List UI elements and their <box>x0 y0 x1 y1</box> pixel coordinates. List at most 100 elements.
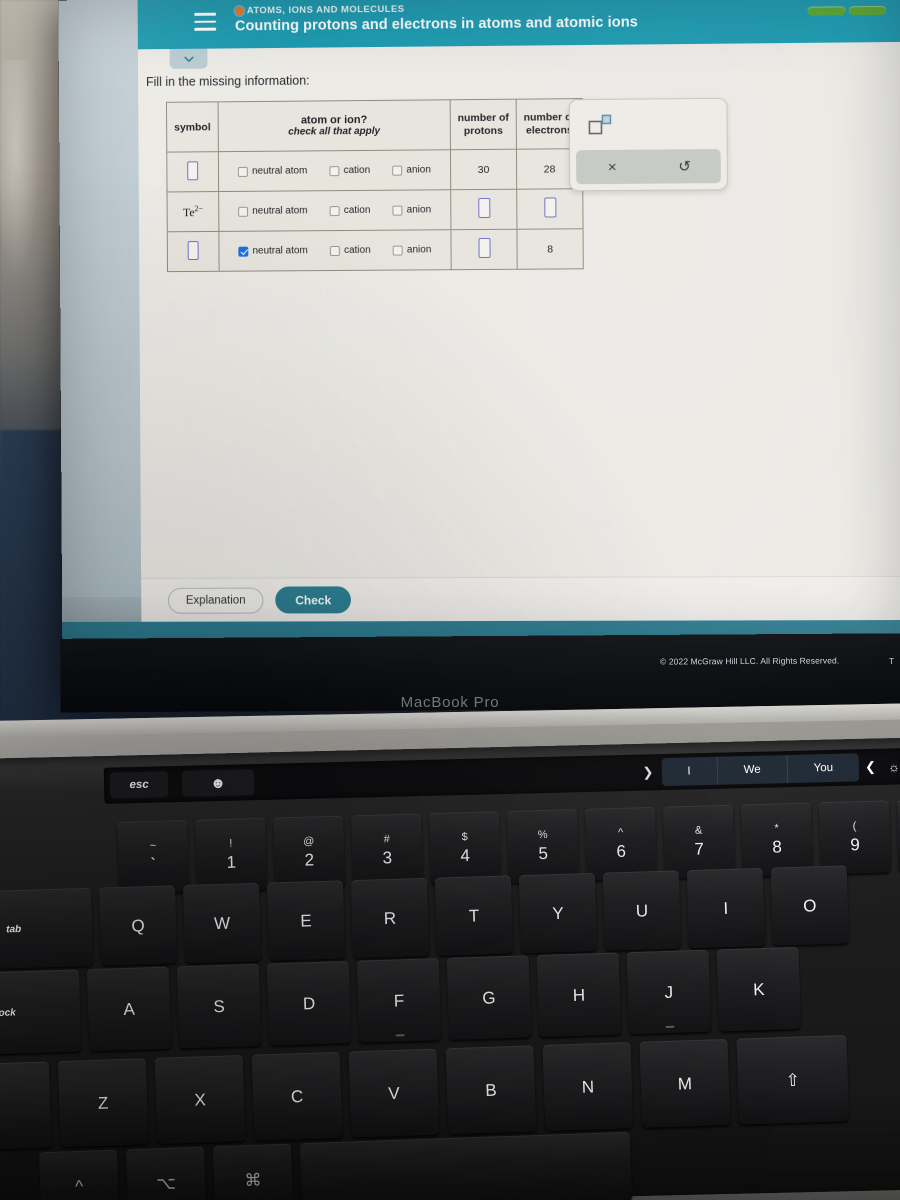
key-label: 2 <box>304 851 314 868</box>
checkbox-anion[interactable]: anion <box>392 164 430 175</box>
touchbar-prediction[interactable]: You <box>787 753 859 783</box>
key-option[interactable]: ⌥ <box>126 1147 206 1200</box>
checkbox-neutral-label: neutral atom <box>252 205 307 216</box>
key-z[interactable]: Z <box>58 1058 149 1147</box>
touchbar-prediction[interactable]: I <box>661 757 718 786</box>
key-2[interactable]: @2 <box>273 816 345 890</box>
key-v[interactable]: V <box>349 1049 440 1138</box>
key-e[interactable]: E <box>267 880 345 960</box>
key-y[interactable]: Y <box>519 873 597 953</box>
protons-input[interactable] <box>478 238 490 258</box>
header-protons: number of protons <box>450 99 516 150</box>
key-control[interactable]: ^ <box>39 1150 119 1200</box>
collapse-panel-button[interactable] <box>170 49 208 69</box>
checkbox-anion[interactable]: anion <box>393 204 431 215</box>
key-label: 6 <box>616 843 626 860</box>
key-r[interactable]: R <box>351 878 429 958</box>
checkbox-cation-label: cation <box>344 205 371 216</box>
checkbox-neutral-box[interactable] <box>239 246 249 256</box>
key-x[interactable]: X <box>155 1055 246 1144</box>
checkbox-cation-box[interactable] <box>330 166 340 176</box>
checkbox-cation-box[interactable] <box>330 206 340 216</box>
key-tab[interactable]: tab <box>0 888 93 969</box>
key-caps-lock[interactable]: caps lock <box>0 969 81 1055</box>
checkbox-cation[interactable]: cation <box>330 165 371 176</box>
key-shift-right[interactable]: ⇧ <box>736 1035 849 1125</box>
checkbox-cation[interactable]: cation <box>330 205 371 216</box>
hamburger-menu-icon[interactable] <box>194 13 216 33</box>
key-label: 4 <box>460 847 470 864</box>
explanation-button[interactable]: Explanation <box>168 587 264 613</box>
undo-reset-icon[interactable]: ↺ <box>648 149 721 184</box>
key-d[interactable]: D <box>267 961 352 1046</box>
key-label: 5 <box>538 845 548 862</box>
key-label: 7 <box>694 841 704 858</box>
key-n[interactable]: N <box>542 1042 633 1131</box>
clear-x-icon[interactable]: × <box>576 150 648 185</box>
protons-input[interactable] <box>478 198 490 218</box>
key-tilde[interactable]: ~ ` <box>117 820 189 894</box>
touchbar-prediction[interactable]: We <box>717 755 788 785</box>
emoji-smiley-icon[interactable]: ☻ <box>182 769 255 797</box>
key-shift-left[interactable]: ⇧ <box>0 1061 52 1151</box>
key-s[interactable]: S <box>177 964 262 1049</box>
header-symbol: symbol <box>166 102 218 152</box>
background-light-reflection <box>0 60 40 280</box>
key-i[interactable]: I <box>687 868 765 948</box>
collapse-right-chevron-icon[interactable]: ❯ <box>634 764 661 781</box>
chevron-down-icon <box>182 52 195 65</box>
key-3[interactable]: #3 <box>351 813 423 887</box>
key-w[interactable]: W <box>183 883 261 963</box>
checkbox-neutral-box[interactable] <box>238 206 248 216</box>
key-u[interactable]: U <box>603 870 681 950</box>
touchbar-esc-key[interactable]: esc <box>110 771 169 798</box>
key-m[interactable]: M <box>639 1039 730 1128</box>
checkbox-anion-box[interactable] <box>393 205 403 215</box>
checkbox-anion-box[interactable] <box>392 165 402 175</box>
checkbox-neutral-box[interactable] <box>238 166 248 176</box>
key-f[interactable]: F <box>357 958 442 1043</box>
key-q[interactable]: Q <box>99 885 177 965</box>
key-6[interactable]: ^ 6 <box>585 807 657 881</box>
checkbox-cation-box[interactable] <box>330 246 340 256</box>
key-label: I <box>723 899 728 916</box>
key-space[interactable] <box>300 1132 632 1200</box>
key-9[interactable]: (9 <box>819 800 891 874</box>
checkbox-neutral[interactable]: neutral atom <box>238 165 307 177</box>
key-o[interactable]: O <box>771 865 849 945</box>
checkbox-cation[interactable]: cation <box>330 245 371 256</box>
checkbox-cation-label: cation <box>344 245 371 256</box>
key-j[interactable]: J <box>627 950 712 1035</box>
checkbox-anion[interactable]: anion <box>393 244 431 255</box>
key-5[interactable]: % 5 <box>507 809 579 883</box>
key-a[interactable]: A <box>87 967 172 1052</box>
brightness-icon[interactable]: ☼ <box>888 759 900 774</box>
instruction-text: Fill in the missing information: <box>146 74 310 89</box>
key-h[interactable]: H <box>537 952 622 1037</box>
key-g[interactable]: G <box>447 955 532 1040</box>
cell-protons <box>451 229 517 269</box>
key-secondary-label: ^ <box>618 828 623 839</box>
electrons-input[interactable] <box>544 197 556 217</box>
key-1[interactable]: ! 1 <box>195 818 267 892</box>
key-k[interactable]: K <box>717 947 802 1032</box>
checkbox-cation-label: cation <box>344 165 371 176</box>
key-8[interactable]: * 8 <box>741 803 813 877</box>
key-7[interactable]: & 7 <box>663 805 735 879</box>
symbol-input[interactable] <box>187 161 198 180</box>
key-b[interactable]: B <box>446 1045 537 1134</box>
key-t[interactable]: T <box>435 875 513 955</box>
key-label: 8 <box>772 838 782 855</box>
check-button[interactable]: Check <box>275 586 351 613</box>
checkbox-neutral[interactable]: neutral atom <box>238 205 307 216</box>
superscript-tool-icon[interactable] <box>588 114 612 136</box>
checkbox-neutral[interactable]: neutral atom <box>239 245 308 256</box>
key-c[interactable]: C <box>252 1052 343 1141</box>
symbol-charge: 2− <box>195 204 204 213</box>
symbol-input[interactable] <box>188 241 199 260</box>
back-chevron-icon[interactable]: ❮ <box>865 759 876 775</box>
orange-bullet-icon <box>235 6 244 15</box>
checkbox-anion-box[interactable] <box>393 245 403 255</box>
key-command[interactable]: ⌘ <box>213 1144 293 1200</box>
key-4[interactable]: $4 <box>429 811 501 885</box>
